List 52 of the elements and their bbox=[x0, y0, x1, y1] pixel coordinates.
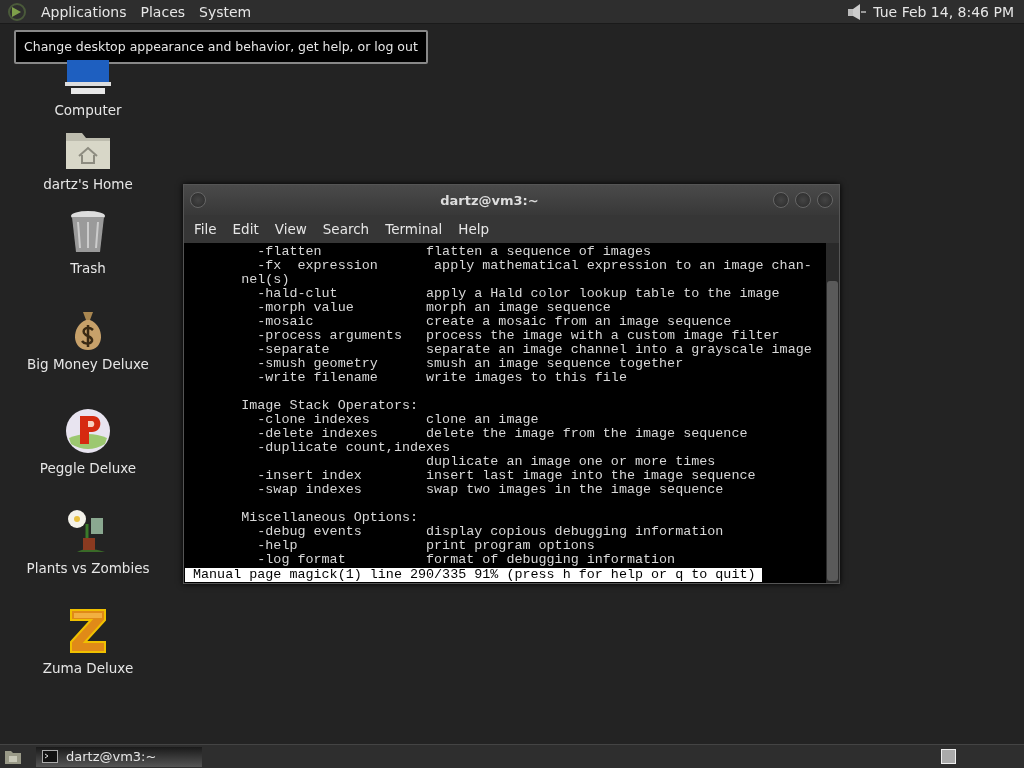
tooltip: Change desktop appearance and behavior, get help, or log out bbox=[14, 30, 428, 64]
terminal-line: -delete indexes delete the image from the image sequence bbox=[256, 427, 749, 441]
zuma-z-block-icon[interactable] bbox=[68, 608, 108, 654]
desktop-icon-label[interactable]: Big Money Deluxe bbox=[27, 356, 149, 372]
terminal-line: -insert index insert last image into the image sequence bbox=[256, 469, 757, 483]
desktop-icon-label[interactable]: Peggle Deluxe bbox=[39, 460, 137, 476]
terminal-icon bbox=[42, 750, 58, 763]
menu-item[interactable]: Terminal bbox=[378, 221, 452, 237]
desktop-icon-label[interactable]: Zuma Deluxe bbox=[42, 660, 134, 676]
taskbar-button[interactable]: dartz@vm3:~ bbox=[36, 746, 202, 767]
scrollbar[interactable] bbox=[826, 243, 839, 583]
terminal-line: -clone indexes clone an image bbox=[256, 413, 540, 427]
terminal-line: -write filename write images to this file bbox=[256, 371, 628, 385]
menu-item[interactable]: File bbox=[187, 221, 226, 237]
menu-item[interactable]: Edit bbox=[225, 221, 268, 237]
desktop-icon-label[interactable]: Computer bbox=[54, 102, 122, 118]
terminal-line: -debug events display copious debugging information bbox=[256, 525, 725, 539]
desktop-icon-label[interactable]: dartz's Home bbox=[43, 176, 133, 192]
terminal-line: Image Stack Operators: bbox=[240, 399, 419, 413]
peggle-ball-icon[interactable] bbox=[65, 408, 111, 454]
terminal-line: -mosaic create a mosaic from an image sequence bbox=[256, 315, 733, 329]
panel-menu[interactable]: System bbox=[192, 3, 259, 20]
terminal-line: -duplicate count,indexes bbox=[256, 441, 452, 455]
terminal-line: -hald-clut apply a Hald color lookup table to the image bbox=[256, 287, 781, 301]
trash-icon[interactable] bbox=[69, 210, 107, 254]
terminal-line: -process arguments process the image with a custom image filter bbox=[256, 329, 781, 343]
terminal-line: -help print program options bbox=[256, 539, 596, 553]
clock[interactable]: Tue Feb 14, 8:46 PM bbox=[873, 3, 1018, 20]
terminal-line: -flatten flatten a sequence of images bbox=[256, 245, 653, 259]
terminal-line: -log format format of debugging information bbox=[256, 553, 677, 567]
terminal-line: -separate separate an image channel into a grayscale image bbox=[256, 343, 813, 357]
desktop-icon-label[interactable]: Plants vs Zombies bbox=[26, 560, 150, 576]
window-title: dartz@vm3:~ bbox=[439, 192, 540, 208]
scrollbar-thumb[interactable] bbox=[827, 281, 838, 581]
terminal-line: -fx expression apply mathematical expression to an image chan- bbox=[256, 259, 813, 273]
home-folder-icon[interactable] bbox=[65, 130, 111, 170]
terminal-line: -morph value morph an image sequence bbox=[256, 301, 612, 315]
computer-icon[interactable] bbox=[63, 60, 113, 96]
show-desktop-icon[interactable] bbox=[4, 748, 22, 765]
menu-item[interactable]: Help bbox=[451, 221, 499, 237]
terminal-line: -smush geometry smush an image sequence together bbox=[256, 357, 685, 371]
menu-item[interactable]: Search bbox=[315, 221, 379, 237]
terminal-line: Miscellaneous Options: bbox=[240, 511, 419, 525]
terminal-line: duplicate an image one or more times bbox=[425, 455, 717, 469]
terminal-line: nel(s) bbox=[240, 273, 291, 287]
desktop-icon-label[interactable]: Trash bbox=[70, 260, 106, 276]
panel-menu[interactable]: Places bbox=[133, 3, 193, 20]
menu-item[interactable]: View bbox=[267, 221, 316, 237]
panel-menu[interactable]: Applications bbox=[34, 3, 134, 20]
workspace-switcher[interactable] bbox=[941, 749, 956, 764]
terminal-line: -swap indexes swap two images in the image sequence bbox=[256, 483, 725, 497]
menu-logo-icon[interactable] bbox=[6, 1, 28, 22]
